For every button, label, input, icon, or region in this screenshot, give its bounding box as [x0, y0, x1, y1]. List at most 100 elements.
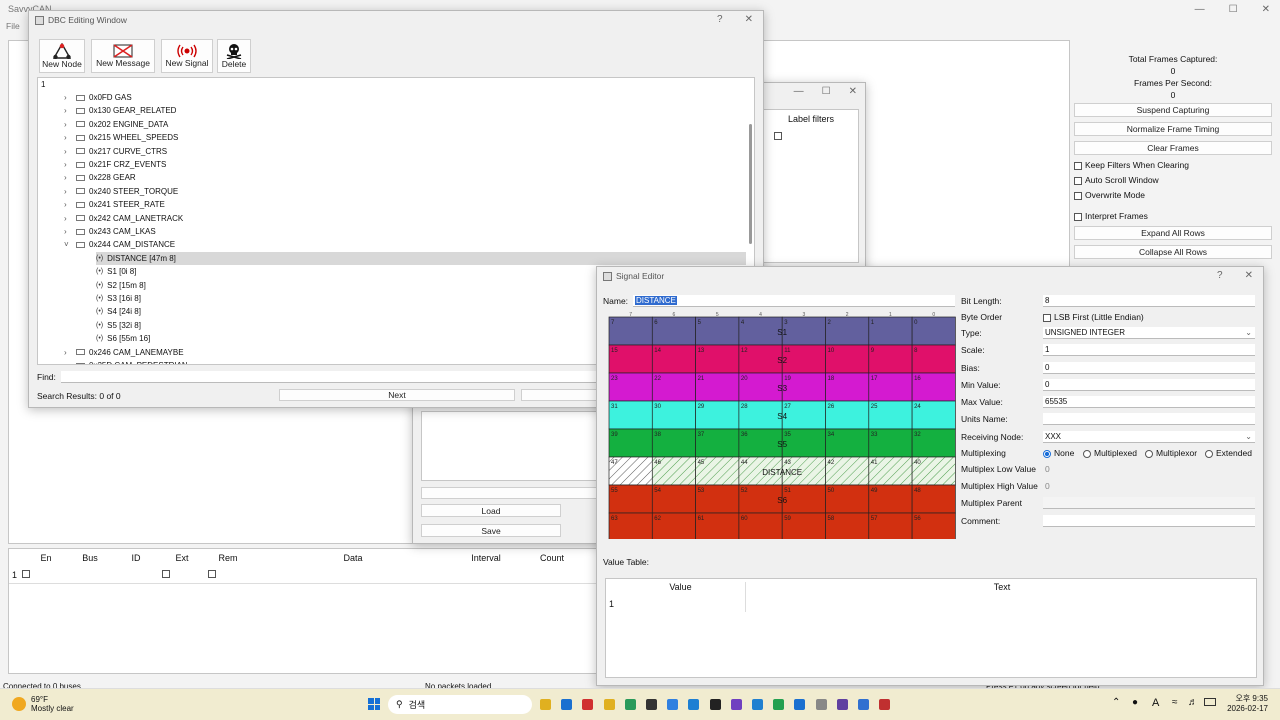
bit-cell[interactable]	[868, 344, 913, 374]
taskbar-app-icon[interactable]	[688, 699, 700, 710]
col-ext[interactable]: Ext	[159, 553, 205, 563]
tree-message[interactable]: › 0x25D CAM_PEDESTRIAN	[64, 359, 188, 364]
bit-cell[interactable]	[738, 316, 783, 346]
max-input[interactable]: 65535	[1043, 396, 1255, 408]
tree-message[interactable]: › 0x228 GEAR	[64, 171, 136, 184]
delete-button[interactable]: Delete	[217, 39, 251, 73]
tree-signal[interactable]: (•) S3 [16i 8]	[96, 292, 141, 305]
bit-cell[interactable]	[911, 344, 956, 374]
expand-rows-button[interactable]: Expand All Rows	[1074, 226, 1272, 240]
tree-scrollbar[interactable]	[749, 124, 752, 244]
value-table-col-text[interactable]: Text	[748, 582, 1256, 592]
taskbar-app-icon[interactable]	[667, 699, 679, 710]
chevron-right-icon[interactable]: ›	[64, 120, 76, 129]
bit-cell[interactable]	[695, 316, 740, 346]
chevron-right-icon[interactable]: ›	[64, 173, 76, 182]
mux-high-value[interactable]: 0	[1045, 481, 1050, 491]
volume-icon[interactable]: ♬	[1188, 697, 1198, 708]
tree-message[interactable]: › 0x130 GEAR_RELATED	[64, 104, 176, 117]
weather-widget[interactable]: 69°F Mostly clear	[12, 695, 74, 713]
tree-signal[interactable]: (•) S4 [24i 8]	[96, 305, 141, 318]
ext-filter-checkbox[interactable]	[162, 570, 170, 578]
col-rem[interactable]: Rem	[205, 553, 251, 563]
col-en[interactable]: En	[25, 553, 67, 563]
tree-message[interactable]: ˅ 0x244 CAM_DISTANCE	[64, 238, 175, 251]
taskbar-app-icon[interactable]	[624, 699, 636, 710]
bit-cell[interactable]	[825, 316, 870, 346]
mux-none-radio[interactable]: None	[1043, 448, 1074, 458]
clock[interactable]: 오후 9:35 2026-02-17	[1222, 693, 1268, 713]
taskbar-app-icon[interactable]	[561, 699, 573, 710]
mux-multiplexor-radio[interactable]: Multiplexor	[1145, 448, 1197, 458]
taskbar-app-icon[interactable]	[540, 699, 551, 710]
bit-cell[interactable]	[608, 316, 653, 346]
tree-message[interactable]: › 0x0FD GAS	[64, 91, 132, 104]
next-button[interactable]: Next	[279, 389, 515, 401]
help-icon[interactable]: ?	[717, 14, 723, 25]
mic-icon[interactable]: ●	[1132, 697, 1138, 708]
min-input[interactable]: 0	[1043, 379, 1255, 391]
chevron-right-icon[interactable]: ›	[64, 147, 76, 156]
save-button[interactable]: Save	[421, 524, 561, 537]
col-interval[interactable]: Interval	[453, 553, 519, 563]
minimize-icon[interactable]: —	[1195, 4, 1205, 15]
new-node-button[interactable]: New Node	[39, 39, 85, 73]
start-button[interactable]	[368, 698, 380, 710]
taskbar-app-icon[interactable]	[582, 699, 594, 710]
tree-message[interactable]: › 0x202 ENGINE_DATA	[64, 118, 168, 131]
mux-multiplexed-radio[interactable]: Multiplexed	[1083, 448, 1137, 458]
en-filter-checkbox[interactable]	[22, 570, 30, 578]
taskbar-app-icon[interactable]	[603, 699, 615, 710]
label-filter-checkbox[interactable]	[774, 132, 782, 140]
chevron-down-icon[interactable]: ˅	[64, 240, 76, 249]
filter-bar[interactable]	[421, 487, 601, 499]
tree-signal[interactable]: (•) S6 [55m 16]	[96, 332, 150, 345]
tree-message[interactable]: › 0x246 CAM_LANEMAYBE	[64, 346, 184, 359]
value-table-col-value[interactable]: Value	[616, 582, 746, 612]
close-icon[interactable]: ✕	[1245, 270, 1253, 281]
taskbar-app-icon[interactable]	[815, 699, 827, 710]
taskbar-app-icon[interactable]	[794, 699, 806, 710]
taskbar-app-icon[interactable]	[879, 699, 891, 710]
scale-input[interactable]: 1	[1043, 344, 1255, 356]
suspend-capturing-button[interactable]: Suspend Capturing	[1074, 103, 1272, 117]
overwrite-checkbox[interactable]: Overwrite Mode	[1074, 190, 1145, 200]
bit-cell[interactable]	[911, 316, 956, 346]
chevron-right-icon[interactable]: ›	[64, 348, 76, 357]
load-button[interactable]: Load	[421, 504, 561, 517]
chevron-right-icon[interactable]: ›	[64, 133, 76, 142]
col-data[interactable]: Data	[253, 553, 453, 563]
col-id[interactable]: ID	[113, 553, 159, 563]
bit-cell[interactable]	[651, 316, 696, 346]
taskbar-search[interactable]: ⚲ 검색	[388, 695, 532, 714]
comment-input[interactable]	[1043, 515, 1255, 527]
menu-file[interactable]: File	[6, 21, 20, 31]
clear-frames-button[interactable]: Clear Frames	[1074, 141, 1272, 155]
taskbar-app-icon[interactable]	[773, 699, 785, 710]
bit-length-input[interactable]: 8	[1043, 295, 1255, 307]
new-signal-button[interactable]: New Signal	[161, 39, 213, 73]
mux-parent-select[interactable]	[1043, 497, 1255, 509]
chevron-right-icon[interactable]: ›	[64, 200, 76, 209]
tree-signal[interactable]: (•) DISTANCE [47m 8]	[96, 251, 746, 265]
chevron-right-icon[interactable]: ›	[64, 106, 76, 115]
tree-message[interactable]: › 0x240 STEER_TORQUE	[64, 185, 178, 198]
auto-scroll-checkbox[interactable]: Auto Scroll Window	[1074, 175, 1159, 185]
chevron-right-icon[interactable]: ›	[64, 227, 76, 236]
chevron-right-icon[interactable]: ›	[64, 160, 76, 169]
tray-chevron-icon[interactable]: ⌃	[1112, 697, 1120, 708]
keep-filters-checkbox[interactable]: Keep Filters When Clearing	[1074, 160, 1189, 170]
bias-input[interactable]: 0	[1043, 362, 1255, 374]
taskbar-app-icon[interactable]	[709, 699, 721, 710]
minimize-icon[interactable]: —	[794, 86, 804, 97]
maximize-icon[interactable]: ☐	[1229, 4, 1238, 15]
tree-message[interactable]: › 0x21F CRZ_EVENTS	[64, 158, 166, 171]
col-bus[interactable]: Bus	[67, 553, 113, 563]
mux-extended-radio[interactable]: Extended	[1205, 448, 1252, 458]
wifi-icon[interactable]: ≈	[1172, 697, 1178, 708]
tree-message[interactable]: › 0x243 CAM_LKAS	[64, 225, 156, 238]
collapse-rows-button[interactable]: Collapse All Rows	[1074, 245, 1272, 259]
maximize-icon[interactable]: ☐	[822, 86, 831, 97]
name-input[interactable]: DISTANCE	[633, 295, 955, 307]
type-select[interactable]: UNSIGNED INTEGER ⌄	[1043, 327, 1255, 339]
